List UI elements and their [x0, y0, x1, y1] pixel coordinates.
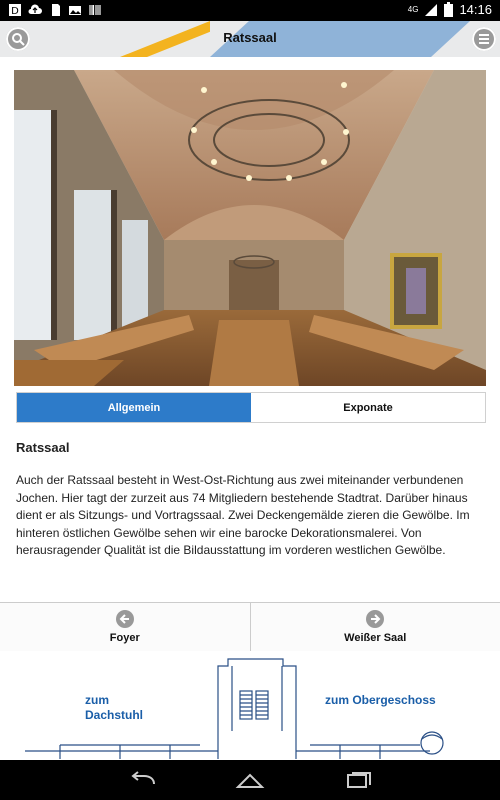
next-room-label: Weißer Saal	[344, 632, 407, 644]
system-navigation-bar	[0, 760, 500, 800]
recent-apps-icon[interactable]	[343, 770, 373, 790]
previous-room-button[interactable]: Foyer	[0, 603, 250, 651]
tab-bar: Allgemein Exponate	[16, 392, 486, 423]
page-title: Ratssaal	[223, 30, 277, 45]
network-type: 4G	[407, 5, 419, 14]
status-bar: D 4G 14:16	[0, 0, 500, 21]
content-description: Auch der Ratssaal besteht in West-Ost-Ri…	[16, 473, 470, 557]
svg-text:D: D	[11, 6, 19, 17]
photo-icon	[69, 6, 81, 15]
floor-plan-map[interactable]: zum Dachstuhl zum Obergeschoss	[0, 651, 500, 759]
signal-icon	[425, 3, 438, 16]
battery-icon	[444, 2, 454, 17]
previous-room-label: Foyer	[109, 632, 140, 644]
tab-exponate[interactable]: Exponate	[251, 393, 485, 422]
content-title: Ratssaal	[16, 440, 70, 455]
map-label-dachstuhl-line1: zum	[85, 693, 109, 707]
clock: 14:16	[459, 2, 492, 17]
tab-allgemein[interactable]: Allgemein	[17, 393, 251, 422]
menu-icon	[479, 34, 489, 44]
map-label-obergeschoss[interactable]: zum Obergeschoss	[325, 693, 436, 708]
sd-card-icon	[52, 4, 60, 16]
map-label-dachstuhl[interactable]: zum Dachstuhl	[85, 693, 143, 723]
map-label-dachstuhl-line2: Dachstuhl	[85, 708, 144, 722]
next-room-button[interactable]: Weißer Saal	[249, 603, 500, 651]
notification-icon: D	[9, 4, 21, 17]
menu-button[interactable]	[472, 27, 496, 51]
arrow-right-icon	[366, 610, 385, 628]
back-icon[interactable]	[128, 770, 158, 790]
arrow-left-icon	[115, 610, 134, 628]
room-navigation: Foyer Weißer Saal	[0, 602, 500, 652]
cloud-upload-icon	[28, 4, 42, 14]
home-icon[interactable]	[235, 770, 265, 790]
barcode-icon	[89, 5, 101, 15]
app-header: Ratssaal	[0, 21, 500, 57]
ratssaal-photo	[14, 70, 486, 386]
